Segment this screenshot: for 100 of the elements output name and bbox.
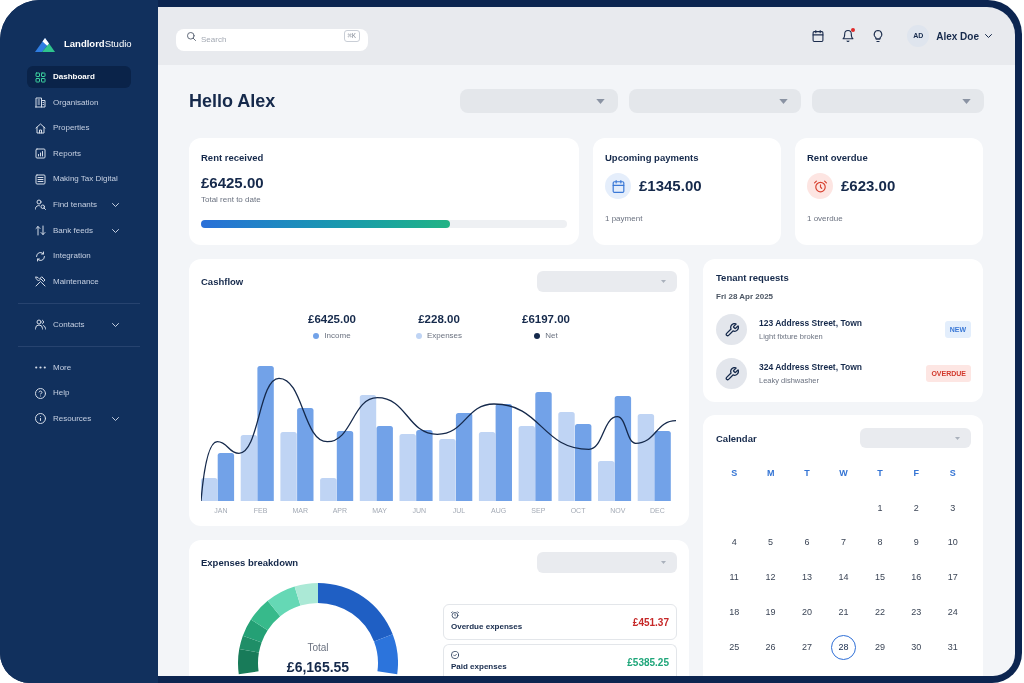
sidebar-item[interactable]: Properties: [27, 117, 131, 140]
calendar-day[interactable]: 26: [758, 634, 784, 660]
user-name[interactable]: Alex Doe: [936, 28, 979, 44]
calendar-day[interactable]: 24: [940, 600, 966, 626]
expense-bar: [280, 432, 297, 501]
lightbulb-icon[interactable]: [872, 30, 885, 42]
card-title: Cashflow: [201, 276, 244, 287]
calendar-day[interactable]: 23: [903, 600, 929, 626]
donut-segment: [242, 619, 268, 643]
calendar-day[interactable]: 25: [721, 634, 747, 660]
calendar-day[interactable]: 3: [940, 495, 966, 521]
calendar-day[interactable]: 29: [867, 634, 893, 660]
legend-label: Net: [545, 331, 558, 341]
users-icon: [35, 319, 46, 331]
calendar-day[interactable]: 13: [794, 565, 820, 591]
calendar-day[interactable]: 16: [903, 565, 929, 591]
expense-bar: [399, 434, 416, 501]
calendar-day[interactable]: 19: [758, 600, 784, 626]
donut-segment: [250, 600, 281, 631]
calendar-day[interactable]: 5: [758, 530, 784, 556]
expense-bar: [478, 432, 496, 501]
sidebar-item[interactable]: More: [27, 356, 131, 379]
alarm-clock-icon: [807, 173, 833, 199]
calendar-day[interactable]: 18: [721, 600, 747, 626]
weekday-label: T: [804, 466, 810, 480]
income-bar: [416, 430, 433, 501]
search-icon: [187, 32, 196, 41]
logo-text: LandlordStudio: [64, 36, 132, 51]
calendar-day[interactable]: 2: [903, 495, 929, 521]
calendar-day[interactable]: 10: [940, 530, 966, 556]
request-address: 324 Address Street, Town: [759, 362, 862, 372]
sidebar-item[interactable]: Organisation: [27, 91, 131, 114]
calendar-day[interactable]: 7: [831, 530, 856, 556]
filter-dropdown[interactable]: [860, 428, 971, 448]
chevron-down-icon[interactable]: [985, 34, 992, 38]
alarm-clock-icon: [451, 611, 459, 619]
legend-amount: £6197.00: [522, 312, 570, 326]
card-caption: Total rent to date: [201, 195, 262, 205]
card-title: Expenses breakdown: [201, 557, 299, 568]
card-title: Calendar: [716, 432, 757, 444]
house-icon: [35, 122, 46, 134]
income-bar: [654, 431, 671, 501]
caret-down-icon: [596, 98, 605, 104]
filter-dropdown[interactable]: [537, 271, 677, 292]
calendar-day[interactable]: 15: [867, 565, 893, 591]
tools-icon: [35, 276, 46, 288]
calendar-day[interactable]: 14: [831, 565, 856, 591]
expense-amount: £451.37: [632, 617, 669, 629]
sidebar-item[interactable]: Resources: [27, 407, 131, 430]
sidebar-item[interactable]: Maintenance: [27, 270, 131, 293]
sidebar-item[interactable]: Dashboard: [27, 66, 131, 88]
sidebar-item[interactable]: Contacts: [27, 313, 131, 336]
bar-chart-icon: [35, 148, 46, 160]
donut-total-label: Total: [307, 642, 329, 654]
calendar-day[interactable]: 21: [831, 600, 856, 626]
sidebar-item[interactable]: Find tenants: [27, 193, 131, 216]
weekday-label: M: [766, 466, 775, 480]
caret-down-icon: [661, 561, 666, 564]
calendar-day[interactable]: 17: [940, 565, 966, 591]
sidebar-item[interactable]: Making Tax Digital: [27, 168, 131, 191]
donut-segment: [267, 586, 301, 617]
filter-dropdown[interactable]: [460, 89, 618, 113]
info-icon: [35, 413, 46, 425]
sidebar-item[interactable]: Help: [27, 382, 131, 405]
sidebar-item[interactable]: Reports: [27, 142, 131, 165]
calendar-day[interactable]: 8: [867, 530, 893, 556]
expense-label: Overdue expenses: [451, 622, 523, 632]
card-caption: 1 overdue: [807, 214, 844, 224]
calendar-icon: [605, 173, 631, 199]
card-caption: 1 payment: [605, 214, 644, 224]
amount: £623.00: [841, 177, 896, 195]
calendar-day[interactable]: 22: [867, 600, 893, 626]
expense-bar: [201, 478, 218, 501]
arrows-icon: [35, 225, 46, 237]
calendar-day[interactable]: 30: [903, 634, 929, 660]
filter-dropdown[interactable]: [812, 89, 984, 113]
wrench-icon: [716, 314, 747, 345]
calendar-day[interactable]: 11: [721, 565, 747, 591]
calendar-icon[interactable]: [812, 30, 825, 42]
calendar-day[interactable]: 20: [794, 600, 820, 626]
calendar-day[interactable]: 1: [867, 495, 893, 521]
weekday-label: F: [913, 466, 920, 480]
expense-label: Paid expenses: [451, 662, 507, 672]
income-bar: [217, 453, 235, 501]
sidebar-item[interactable]: Bank feeds: [27, 219, 131, 242]
calendar-day[interactable]: 6: [794, 530, 820, 556]
bell-icon[interactable]: [842, 30, 855, 42]
filter-dropdown[interactable]: [537, 552, 677, 573]
filter-dropdown[interactable]: [629, 89, 801, 113]
calendar-day[interactable]: 12: [758, 565, 784, 591]
expense-bar: [439, 439, 456, 501]
building-icon: [35, 97, 46, 109]
calendar-day[interactable]: 4: [721, 530, 747, 556]
sidebar-item[interactable]: Integration: [27, 245, 131, 268]
donut-total-amount: £6,165.55: [286, 659, 350, 675]
grid-icon: [35, 71, 46, 83]
calendar-day[interactable]: 31: [940, 634, 966, 660]
calendar-day[interactable]: 27: [794, 634, 820, 660]
calendar-day[interactable]: 9: [903, 530, 929, 556]
expense-amount: £5385.25: [627, 657, 669, 669]
